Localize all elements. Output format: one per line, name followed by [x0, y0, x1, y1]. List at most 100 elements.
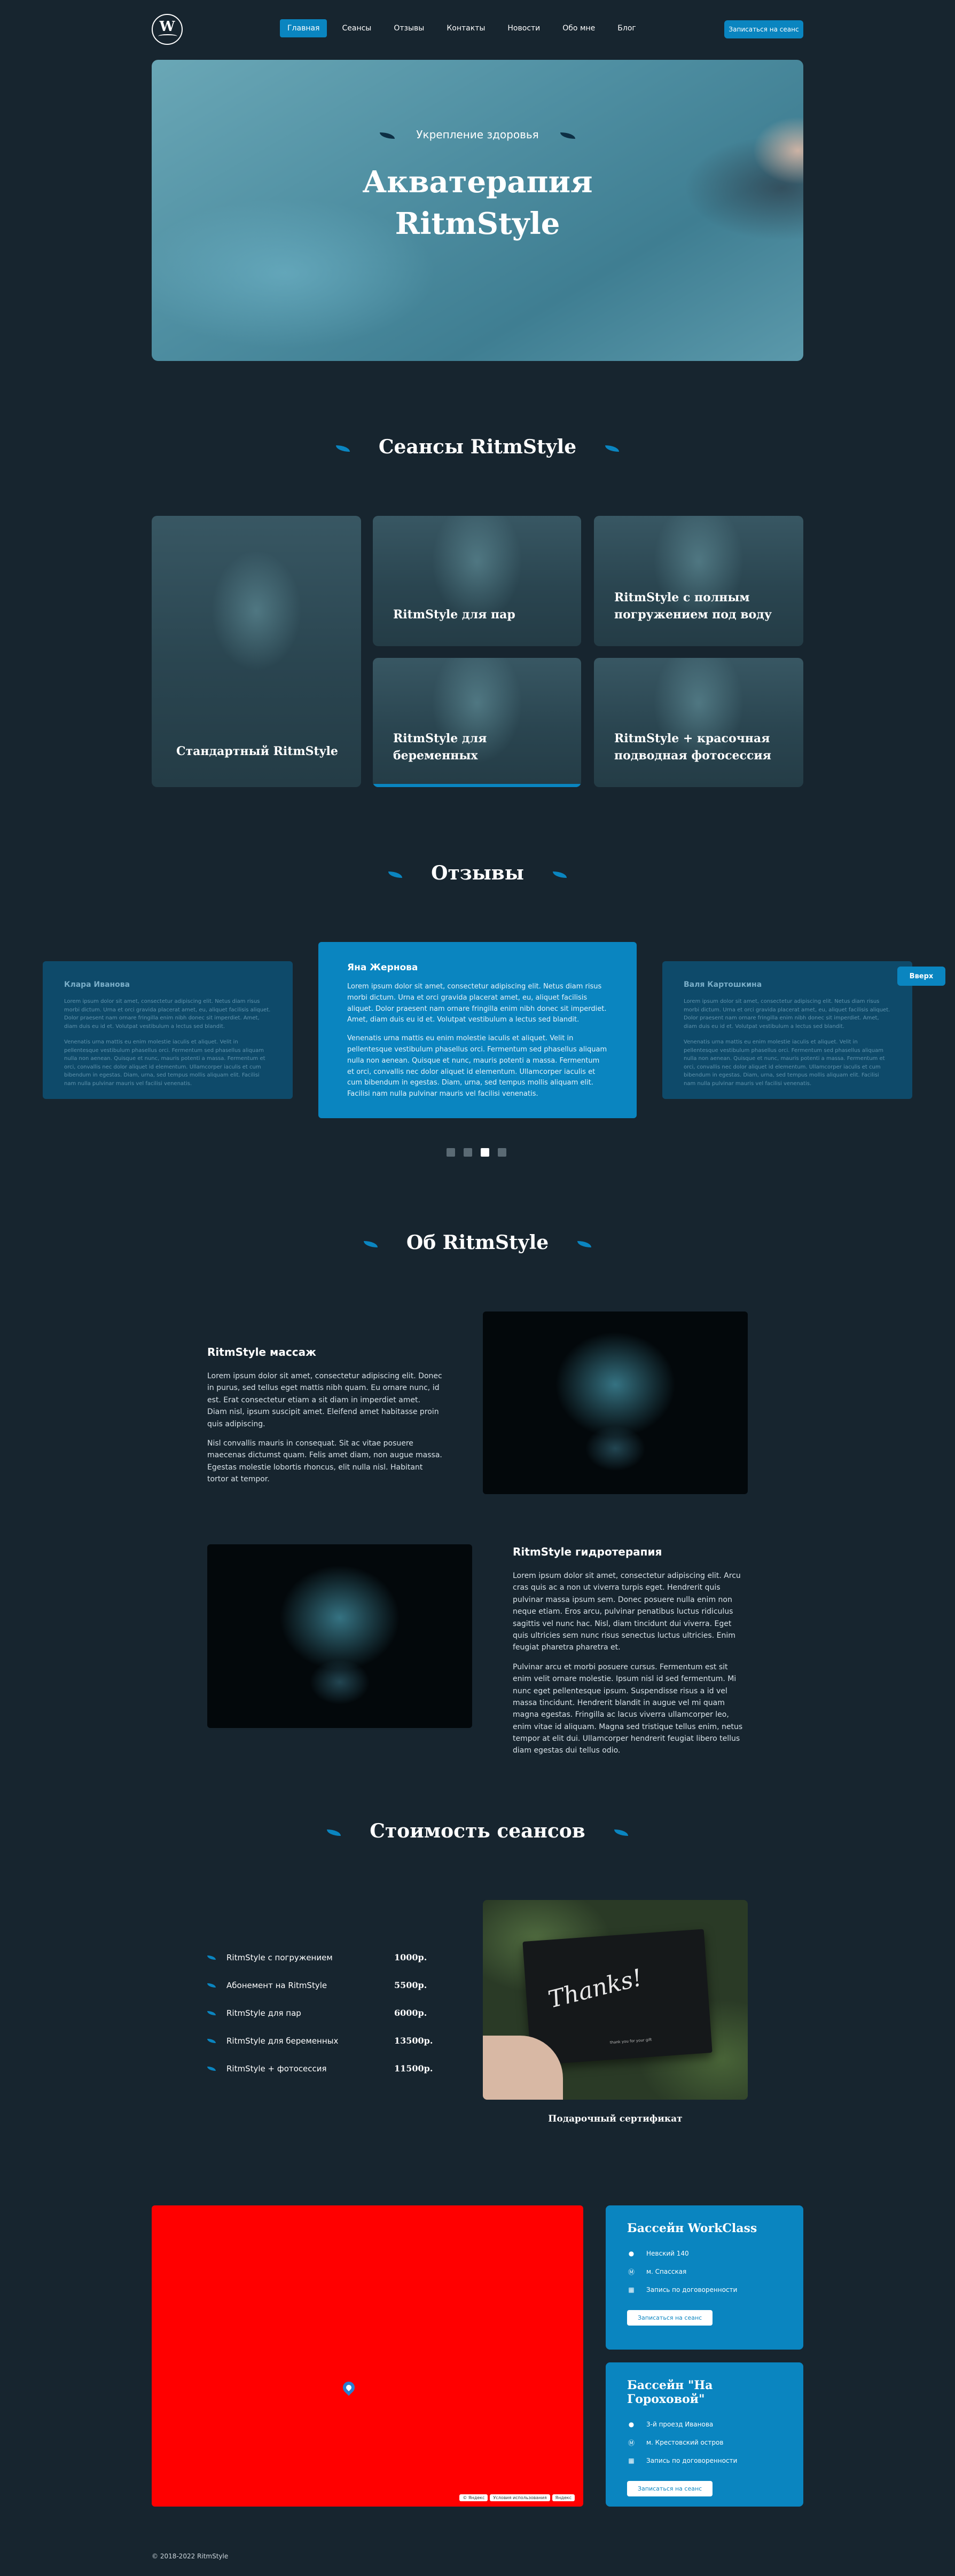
thanks-card: Thanks! thank you for your gift [522, 1929, 713, 2065]
pool-schedule-text: Запись по договоренности [646, 2286, 738, 2294]
about-heading: RitmStyle гидротерапия [513, 1545, 662, 1558]
leaf-icon [577, 1241, 592, 1247]
location-icon: ● [628, 2421, 635, 2428]
session-card-label: RitmStyle для пар [393, 608, 515, 622]
about-block-massage: RitmStyle массаж Lorem ipsum dolor sit a… [207, 1346, 442, 1486]
leaf-icon [335, 445, 350, 452]
review-text: Lorem ipsum dolor sit amet, consectetur … [347, 983, 607, 1024]
review-author: Яна Жернова [347, 962, 418, 973]
pool-address: ● 3-й проезд Иванова [627, 2420, 782, 2429]
leaf-icon [388, 871, 403, 878]
leaf-icon [207, 2038, 216, 2043]
session-card-standard[interactable]: Стандартный RitmStyle [152, 516, 361, 787]
pool-metro-text: м. Спасская [646, 2268, 687, 2275]
reviews-title-text: Отзывы [431, 862, 524, 884]
logo[interactable]: W [152, 14, 183, 45]
leaf-icon [207, 1955, 216, 1960]
prices-title: Стоимость сеансов [0, 1820, 955, 1842]
slider-dots [447, 1148, 506, 1157]
pool-name: Бассейн WorkClass [627, 2221, 757, 2235]
session-card-label: Стандартный RitmStyle [176, 744, 338, 759]
review-card: Валя Картошкина Lorem ipsum dolor sit am… [662, 961, 912, 1099]
leaf-icon [207, 1983, 216, 1988]
hero-tag-text: Укрепление здоровья [416, 128, 539, 141]
session-card-full-immersion[interactable]: RitmStyle с полным погружением под воду [594, 516, 803, 646]
review-text: Lorem ipsum dolor sit amet, consectetur … [64, 999, 271, 1030]
pool-metro-text: м. Крестовский остров [646, 2439, 724, 2446]
price-name: RitmStyle для пар [226, 2008, 301, 2018]
slider-dot[interactable] [498, 1148, 506, 1157]
nav-reviews[interactable]: Отзывы [386, 19, 432, 37]
calendar-icon: ▦ [628, 2457, 635, 2464]
reviews-title: Отзывы [0, 862, 955, 884]
leaf-icon [380, 132, 395, 139]
calendar-icon: ▦ [628, 2286, 635, 2294]
nav-sessions[interactable]: Сеансы [334, 19, 379, 37]
about-block-hydrotherapy: RitmStyle гидротерапия Lorem ipsum dolor… [513, 1545, 748, 1757]
about-text: Lorem ipsum dolor sit amet, consectetur … [513, 1572, 741, 1652]
prices-title-text: Стоимость сеансов [370, 1820, 585, 1842]
pool-address-text: 3-й проезд Иванова [646, 2421, 714, 2428]
gift-certificate-photo: Thanks! thank you for your gift [483, 1900, 748, 2100]
main-nav: Главная Сеансы Отзывы Контакты Новости О… [280, 19, 644, 37]
sessions-title: Сеансы RitmStyle [0, 436, 955, 458]
review-text: Venenatis urna mattis eu enim molestie i… [684, 1039, 885, 1087]
price-value: 5500р. [394, 1980, 427, 1990]
slider-dot[interactable] [464, 1148, 472, 1157]
map-copyright: © Яндекс [459, 2494, 488, 2501]
price-row: RitmStyle для пар 6000р. [207, 2008, 442, 2018]
active-card-bar [373, 784, 581, 787]
map-brand[interactable]: Яндекс [552, 2494, 575, 2501]
session-card-couples[interactable]: RitmStyle для пар [373, 516, 581, 646]
about-text: Pulvinar arcu et morbi posuere cursus. F… [513, 1662, 743, 1755]
leaf-icon [363, 1241, 378, 1247]
map-terms-link[interactable]: Условия использования [490, 2494, 550, 2501]
review-card-active: Яна Жернова Lorem ipsum dolor sit amet, … [318, 942, 637, 1118]
price-row: RitmStyle с погружением 1000р. [207, 1952, 442, 1962]
wave-logo-icon [158, 34, 177, 38]
review-author: Валя Картошкина [684, 980, 762, 989]
hero-title-line1: Акватерапия [362, 164, 593, 200]
price-name: Абонемент на RitmStyle [226, 1980, 327, 1990]
thanks-text: Thanks! [545, 1964, 645, 2014]
leaf-icon [605, 445, 620, 452]
session-card-photoshoot[interactable]: RitmStyle + красочная подводная фотосесс… [594, 658, 803, 787]
price-name: RitmStyle + фотосессия [226, 2063, 327, 2074]
nav-blog[interactable]: Блог [610, 19, 643, 37]
slider-dot[interactable] [447, 1148, 455, 1157]
price-value: 6000р. [394, 2008, 427, 2018]
pool-address: ● Невский 140 [627, 2249, 782, 2258]
leaf-icon [552, 871, 567, 878]
nav-about[interactable]: Обо мне [555, 19, 602, 37]
slider-dot-active[interactable] [481, 1148, 489, 1157]
nav-home[interactable]: Главная [280, 19, 327, 37]
nav-news[interactable]: Новости [500, 19, 547, 37]
price-row: RitmStyle для беременных 13500р. [207, 2036, 442, 2046]
gift-caption: Подарочный сертификат [548, 2114, 683, 2124]
price-name: RitmStyle с погружением [226, 1952, 333, 1962]
map-pin-icon[interactable] [340, 2379, 357, 2396]
pool-schedule: ▦ Запись по договоренности [627, 2456, 782, 2465]
book-session-button[interactable]: Записаться на сеанс [724, 20, 803, 38]
map-footer: © Яндекс Условия использования Яндекс [459, 2494, 575, 2501]
about-title: Об RitmStyle [0, 1231, 955, 1254]
review-text: Lorem ipsum dolor sit amet, consectetur … [684, 999, 890, 1030]
pool-book-button[interactable]: Записаться на сеанс [627, 2310, 713, 2326]
price-value: 1000р. [394, 1952, 427, 1962]
price-value: 11500р. [394, 2063, 433, 2074]
yandex-map[interactable]: © Яндекс Условия использования Яндекс [152, 2205, 583, 2507]
session-card-pregnant[interactable]: RitmStyle для беременных [373, 658, 581, 787]
leaf-icon [207, 2010, 216, 2015]
session-card-label: RitmStyle для беременных [393, 732, 487, 763]
scroll-up-button[interactable]: Вверх [897, 967, 945, 986]
pool-schedule: ▦ Запись по договоренности [627, 2286, 782, 2294]
nav-contacts[interactable]: Контакты [439, 19, 492, 37]
metro-icon: Ⓜ [628, 2268, 635, 2276]
sessions-title-text: Сеансы RitmStyle [378, 436, 577, 458]
price-value: 13500р. [394, 2036, 433, 2046]
pool-book-button[interactable]: Записаться на сеанс [627, 2481, 713, 2496]
about-title-text: Об RitmStyle [406, 1231, 549, 1254]
pool-metro: Ⓜм. Спасская [627, 2267, 782, 2276]
review-card: Клара Иванова Lorem ipsum dolor sit amet… [43, 961, 293, 1099]
pool-schedule-text: Запись по договоренности [646, 2457, 738, 2464]
